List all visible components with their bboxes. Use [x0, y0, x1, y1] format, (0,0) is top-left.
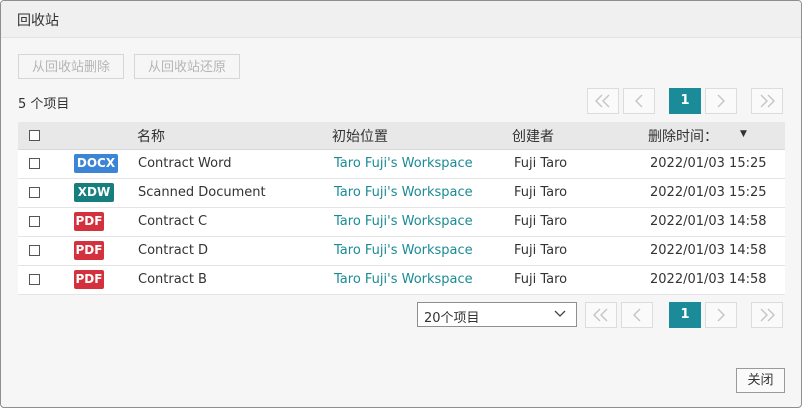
deleted-time: 2022/01/03 14:58: [650, 214, 767, 229]
table-row[interactable]: PDF Contract D Taro Fuji's Workspace Fuji T…: [18, 237, 785, 266]
recycle-bin-table: 名称 初始位置 创建者 删除时间： ▼ DOCX Contract Word Tar…: [18, 122, 785, 295]
original-location-link[interactable]: Taro Fuji's Workspace: [334, 243, 473, 258]
deleted-time: 2022/01/03 14:58: [650, 243, 767, 258]
bottom-pager: 1: [585, 302, 785, 328]
next-page-button[interactable]: [705, 88, 737, 114]
row-checkbox[interactable]: [29, 216, 40, 227]
row-checkbox[interactable]: [29, 274, 40, 285]
restore-from-recycle-bin-button[interactable]: 从回收站还原: [134, 54, 240, 79]
last-page-button[interactable]: [751, 88, 783, 114]
first-page-button[interactable]: [587, 88, 619, 114]
dialog-title: 回收站: [17, 13, 59, 29]
select-all-checkbox[interactable]: [29, 130, 40, 141]
creator-name: Fuji Taro: [514, 214, 568, 229]
table-row[interactable]: XDW Scanned Document Taro Fuji's Workspace…: [18, 179, 785, 208]
prev-page-button[interactable]: [621, 302, 653, 328]
sort-descending-icon[interactable]: ▼: [740, 129, 747, 139]
double-chevron-right-icon: [760, 94, 775, 108]
original-location-link[interactable]: Taro Fuji's Workspace: [334, 156, 473, 171]
chevron-left-icon: [633, 308, 641, 322]
table-row[interactable]: PDF Contract B Taro Fuji's Workspace Fuji T…: [18, 266, 785, 295]
top-pager: 1: [587, 88, 785, 114]
row-checkbox[interactable]: [29, 187, 40, 198]
file-type-badge-icon: PDF: [74, 270, 104, 289]
creator-name: Fuji Taro: [514, 243, 568, 258]
delete-from-recycle-bin-button[interactable]: 从回收站删除: [18, 54, 124, 79]
original-location-link[interactable]: Taro Fuji's Workspace: [334, 214, 473, 229]
next-page-button[interactable]: [705, 302, 737, 328]
page-size-value: 20个项目: [424, 311, 480, 326]
file-type-badge-icon: PDF: [74, 241, 104, 260]
chevron-down-icon: [554, 310, 566, 317]
page-size-select[interactable]: 20个项目: [417, 302, 577, 327]
file-name[interactable]: Contract D: [138, 243, 208, 258]
original-location-link[interactable]: Taro Fuji's Workspace: [334, 185, 473, 200]
double-chevron-left-icon: [595, 94, 610, 108]
item-count: 5 个项目: [18, 97, 70, 112]
file-name[interactable]: Scanned Document: [138, 185, 266, 200]
table-row[interactable]: PDF Contract C Taro Fuji's Workspace Fuji T…: [18, 208, 785, 237]
original-location-link[interactable]: Taro Fuji's Workspace: [334, 272, 473, 287]
row-checkbox[interactable]: [29, 158, 40, 169]
file-type-badge-icon: DOCX: [74, 154, 118, 173]
table-body: DOCX Contract Word Taro Fuji's Workspace Fu…: [18, 150, 785, 295]
dialog-titlebar: 回收站: [1, 1, 801, 38]
double-chevron-right-icon: [760, 308, 775, 322]
file-type-badge-icon: PDF: [74, 212, 104, 231]
creator-name: Fuji Taro: [514, 185, 568, 200]
deleted-time: 2022/01/03 14:58: [650, 272, 767, 287]
creator-name: Fuji Taro: [514, 156, 568, 171]
column-header-location[interactable]: 初始位置: [332, 126, 388, 146]
file-name[interactable]: Contract B: [138, 272, 207, 287]
double-chevron-left-icon: [593, 308, 608, 322]
deleted-time: 2022/01/03 15:25: [650, 156, 767, 171]
file-name[interactable]: Contract C: [138, 214, 207, 229]
file-type-badge-icon: XDW: [74, 183, 114, 202]
file-name[interactable]: Contract Word: [138, 156, 231, 171]
first-page-button[interactable]: [585, 302, 617, 328]
table-row[interactable]: DOCX Contract Word Taro Fuji's Workspace Fu…: [18, 150, 785, 179]
current-page-button[interactable]: 1: [669, 302, 701, 328]
column-header-deleted-time[interactable]: 删除时间：: [648, 126, 718, 146]
last-page-button[interactable]: [751, 302, 783, 328]
deleted-time: 2022/01/03 15:25: [650, 185, 767, 200]
creator-name: Fuji Taro: [514, 272, 568, 287]
row-checkbox[interactable]: [29, 245, 40, 256]
chevron-right-icon: [717, 308, 725, 322]
chevron-left-icon: [635, 94, 643, 108]
table-header: 名称 初始位置 创建者 删除时间： ▼: [18, 122, 785, 150]
chevron-right-icon: [717, 94, 725, 108]
close-button[interactable]: 关闭: [736, 368, 785, 393]
current-page-button[interactable]: 1: [669, 88, 701, 114]
prev-page-button[interactable]: [623, 88, 655, 114]
recycle-bin-dialog: 回收站 从回收站删除 从回收站还原 5 个项目 1 名称 初始位置 创建者 删除…: [0, 0, 802, 408]
column-header-creator[interactable]: 创建者: [512, 126, 554, 146]
column-header-name[interactable]: 名称: [137, 126, 165, 146]
